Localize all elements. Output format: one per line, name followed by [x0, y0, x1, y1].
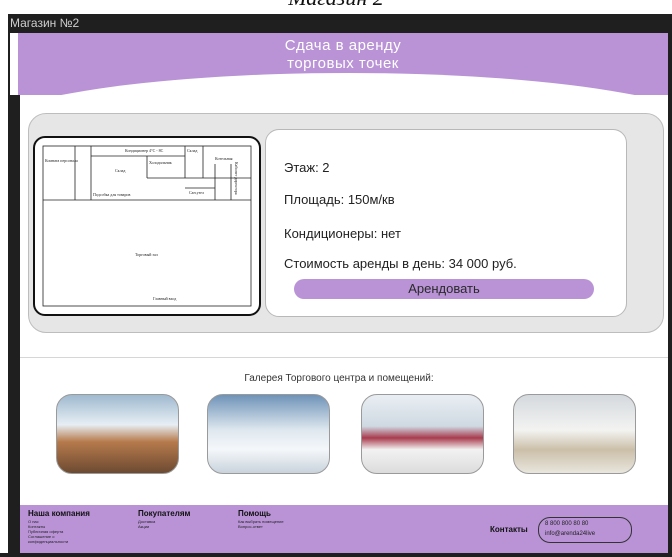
gallery-image-mall-hall[interactable] — [207, 394, 330, 474]
gallery-image-empty-space[interactable] — [513, 394, 636, 474]
floor-plan-drawing: Комната персонала Кондиционер 4°С - 8С С… — [42, 145, 252, 307]
footer-link-privacy[interactable]: Соглашение о конфиденциальности — [28, 534, 88, 544]
hero-title: Сдача в аренду торговых точек — [18, 37, 668, 73]
bottom-dark-strip — [0, 553, 672, 557]
window-title: Магазин №2 — [10, 16, 80, 30]
plan-label-wc: Сан.узел — [189, 190, 204, 195]
site-footer: Наша компания О нас Контакты Публичная о… — [20, 505, 668, 553]
plan-label-ac: Кондиционер 4°С - 8С — [125, 148, 164, 153]
plan-label-fridge: Холодильник — [149, 160, 172, 165]
footer-phone[interactable]: 8 800 800 80 80 — [545, 521, 588, 527]
plan-label-storage-2: Склад — [115, 168, 125, 173]
footer-company-title: Наша компания — [28, 509, 90, 518]
plan-label-director: Кабинет директора — [234, 162, 239, 195]
gallery-title: Галерея Торгового центра и помещений: — [244, 373, 434, 384]
rent-button[interactable]: Арендовать — [294, 279, 594, 299]
plan-label-storage-1: Склад — [187, 148, 197, 153]
hero-title-line1: Сдача в аренду — [284, 37, 402, 54]
footer-email[interactable]: info@arenda24live — [545, 531, 595, 537]
section-divider — [20, 357, 668, 358]
footer-contacts-label: Контакты — [490, 525, 528, 534]
gallery-image-mall-atrium[interactable] — [56, 394, 179, 474]
hero-title-line2: торговых точек — [287, 55, 399, 72]
footer-help-title: Помощь — [238, 509, 271, 518]
footer-link-promos[interactable]: Акции — [138, 524, 198, 529]
floor-plan: Комната персонала Кондиционер 4°С - 8С С… — [33, 136, 261, 316]
floor-text: Этаж: 2 — [284, 160, 330, 175]
plan-label-staff-room: Комната персонала — [45, 158, 78, 163]
gallery-image-shop-corridor[interactable] — [361, 394, 484, 474]
footer-buyers-title: Покупателям — [138, 509, 191, 518]
plan-label-boiler: Котельная — [215, 156, 233, 161]
area-text: Площадь: 150м/кв — [284, 192, 395, 207]
price-text: Стоимость аренды в день: 34 000 руб. — [284, 256, 517, 271]
plan-label-sales-hall: Торговый зал — [135, 252, 158, 257]
ac-text: Кондиционеры: нет — [284, 226, 401, 241]
page-content: Сдача в аренду торговых точек Комната пе — [10, 33, 668, 553]
plan-label-utility: Подсобка для товаров — [93, 192, 130, 197]
listing-info-panel: Этаж: 2 Площадь: 150м/кв Кондиционеры: н… — [265, 129, 627, 317]
footer-contacts-pill: 8 800 800 80 80 info@arenda24live — [538, 517, 632, 543]
left-dark-strip — [10, 95, 20, 553]
footer-link-faq[interactable]: Вопрос-ответ — [238, 524, 298, 529]
plan-label-main-entrance: Главный вход — [153, 296, 176, 301]
page-caption: Магазин 2 — [0, 0, 672, 10]
